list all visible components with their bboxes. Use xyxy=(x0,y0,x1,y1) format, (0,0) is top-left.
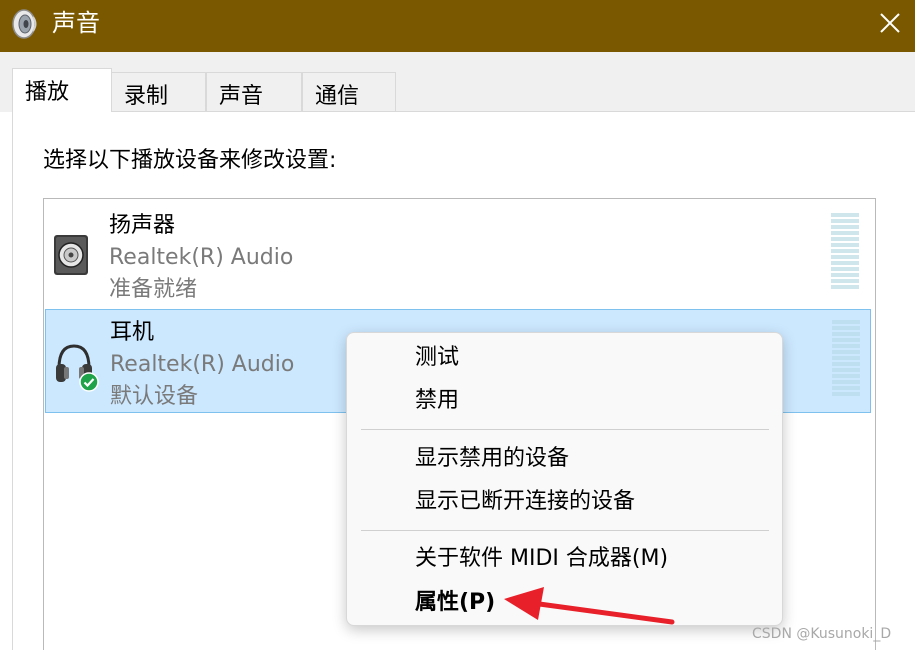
menu-item-disable[interactable]: 禁用 xyxy=(415,386,459,416)
menu-item-test[interactable]: 测试 xyxy=(415,343,459,373)
device-name: 扬声器 xyxy=(109,213,176,238)
red-arrow-icon xyxy=(504,587,675,625)
device-driver: Realtek(R) Audio xyxy=(109,245,294,270)
tab-bar: 播放 录制 声音 通信 xyxy=(0,52,915,112)
instruction-text: 选择以下播放设备来修改设置: xyxy=(43,148,337,173)
tab-label: 通信 xyxy=(315,84,360,109)
default-check-icon xyxy=(79,372,99,392)
context-menu: 测试 禁用 显示禁用的设备 显示已断开连接的设备 关于软件 MIDI 合成器(M… xyxy=(346,332,783,626)
volume-level-meter xyxy=(831,213,859,293)
device-item-speakers[interactable]: 扬声器 Realtek(R) Audio 准备就绪 xyxy=(45,203,871,307)
watermark: CSDN @Kusunoki_D xyxy=(752,626,892,642)
menu-item-show-disconnected-devices[interactable]: 显示已断开连接的设备 xyxy=(415,487,635,517)
menu-item-about-midi-synth[interactable]: 关于软件 MIDI 合成器(M) xyxy=(415,544,668,574)
tab-recording[interactable]: 录制 xyxy=(111,72,206,112)
device-status: 默认设备 xyxy=(110,384,199,409)
close-icon xyxy=(880,13,900,33)
tab-playback[interactable]: 播放 xyxy=(12,68,112,112)
device-status: 准备就绪 xyxy=(109,277,198,302)
menu-separator xyxy=(361,530,769,531)
tab-label: 播放 xyxy=(25,80,70,105)
speaker-icon xyxy=(54,235,88,275)
volume-level-meter xyxy=(832,320,860,400)
device-driver: Realtek(R) Audio xyxy=(110,352,295,377)
tab-sounds[interactable]: 声音 xyxy=(206,72,302,112)
menu-item-show-disabled-devices[interactable]: 显示禁用的设备 xyxy=(415,444,569,474)
tab-label: 录制 xyxy=(124,84,169,109)
tab-communications[interactable]: 通信 xyxy=(302,72,396,112)
window-title: 声音 xyxy=(52,9,100,37)
title-bar: 声音 xyxy=(0,0,915,52)
menu-item-properties[interactable]: 属性(P) xyxy=(415,588,495,618)
tab-label: 声音 xyxy=(219,84,264,109)
menu-separator xyxy=(361,429,769,430)
close-button[interactable] xyxy=(859,0,915,52)
device-name: 耳机 xyxy=(110,320,155,345)
speaker-icon xyxy=(12,9,37,39)
